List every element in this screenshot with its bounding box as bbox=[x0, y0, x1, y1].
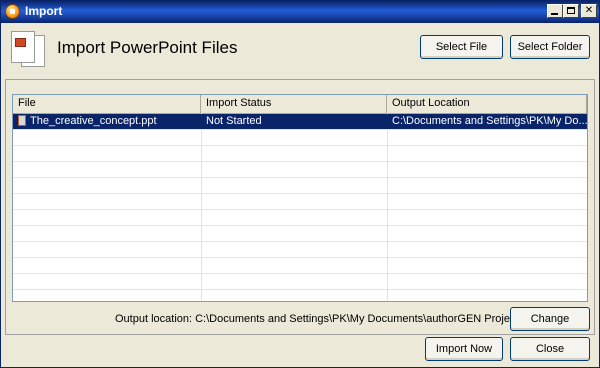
column-header-file[interactable]: File bbox=[13, 95, 201, 113]
powerpoint-logo-icon bbox=[15, 38, 26, 47]
column-header-import-status[interactable]: Import Status bbox=[201, 95, 387, 113]
empty-row bbox=[13, 226, 587, 242]
page-title: Import PowerPoint Files bbox=[57, 38, 238, 57]
empty-row bbox=[13, 162, 587, 178]
close-window-button[interactable]: ✕ bbox=[581, 4, 597, 18]
import-status-cell: Not Started bbox=[206, 115, 262, 127]
title-bar[interactable]: Import ✕ bbox=[1, 1, 599, 23]
empty-row bbox=[13, 178, 587, 194]
select-folder-button[interactable]: Select Folder bbox=[510, 35, 590, 59]
files-table[interactable]: File Import Status Output Location The_c… bbox=[12, 94, 588, 302]
empty-row bbox=[13, 210, 587, 226]
maximize-icon bbox=[567, 7, 575, 14]
file-name: The_creative_concept.ppt bbox=[30, 115, 157, 127]
output-location-label: Output location: C:\Documents and Settin… bbox=[115, 313, 525, 325]
document-front-icon bbox=[11, 31, 35, 63]
window-title: Import bbox=[25, 4, 63, 18]
close-icon: ✕ bbox=[584, 5, 594, 16]
import-dialog: Import ✕ Import PowerPoint Files Select … bbox=[0, 0, 600, 368]
maximize-button[interactable] bbox=[563, 4, 579, 18]
import-now-button[interactable]: Import Now bbox=[425, 337, 503, 361]
change-button[interactable]: Change bbox=[510, 307, 590, 331]
table-header: File Import Status Output Location bbox=[13, 95, 587, 114]
output-location-cell: C:\Documents and Settings\PK\My Do... bbox=[392, 115, 587, 127]
empty-row bbox=[13, 242, 587, 258]
powerpoint-files-icon bbox=[11, 31, 47, 69]
table-row[interactable]: The_creative_concept.ppt Not Started C:\… bbox=[13, 114, 587, 130]
file-cell: The_creative_concept.ppt bbox=[13, 114, 201, 130]
empty-row bbox=[13, 274, 587, 290]
column-header-output-location[interactable]: Output Location bbox=[387, 95, 587, 113]
minimize-button[interactable] bbox=[547, 4, 563, 18]
close-button[interactable]: Close bbox=[510, 337, 590, 361]
app-icon bbox=[5, 4, 20, 19]
empty-row bbox=[13, 130, 587, 146]
minimize-icon bbox=[551, 13, 558, 15]
empty-row bbox=[13, 146, 587, 162]
empty-row bbox=[13, 258, 587, 274]
ppt-file-icon bbox=[18, 115, 26, 126]
select-file-button[interactable]: Select File bbox=[420, 35, 503, 59]
empty-row bbox=[13, 194, 587, 210]
